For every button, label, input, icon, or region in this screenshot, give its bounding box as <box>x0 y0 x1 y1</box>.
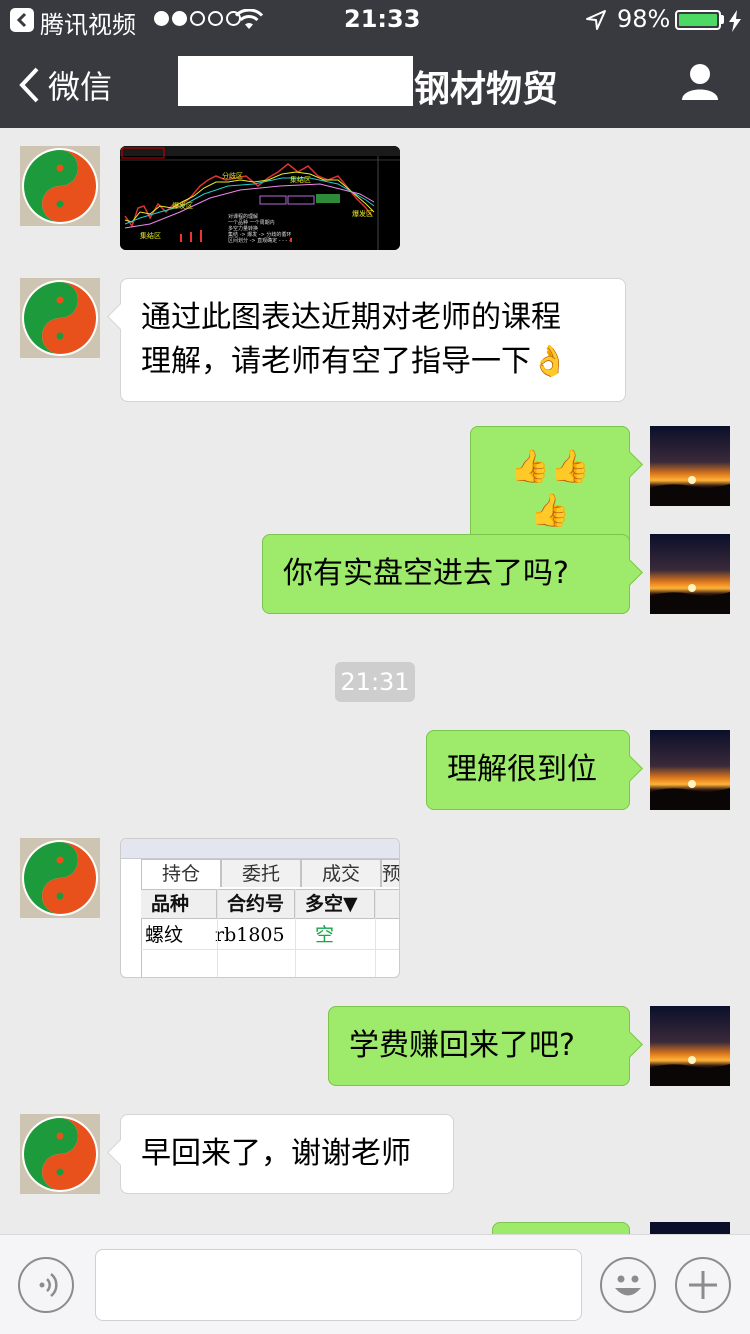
voice-button[interactable] <box>18 1257 74 1313</box>
emoji-button[interactable] <box>600 1257 656 1313</box>
wifi-icon <box>234 9 264 29</box>
plus-icon <box>689 1271 717 1299</box>
title-redaction <box>178 56 413 106</box>
person-icon[interactable] <box>680 62 720 102</box>
chat-list[interactable]: 分歧区 集结区 爆发区 集结区 爆发区 对课程的理解 一个品种 一个周期内 多空… <box>0 128 750 1234</box>
positions-table-image[interactable]: 持仓 委托 成交 预 品种 合约号 多空▼ 螺纹 rb1805 空 <box>120 838 400 978</box>
yin-yang-avatar-icon[interactable] <box>20 146 100 226</box>
message-bubble-outgoing-partial[interactable] <box>492 1222 630 1234</box>
sunset-avatar-icon[interactable] <box>650 730 730 810</box>
column-direction: 多空▼ <box>295 890 375 918</box>
back-to-app-icon[interactable] <box>10 8 34 32</box>
tab-positions: 持仓 <box>141 859 221 887</box>
trade-tabs: 持仓 委托 成交 预 <box>141 859 399 887</box>
chart-note-4: 集结 -> 爆发 -> 分歧的循环 <box>228 231 291 238</box>
emoji-icon <box>615 1275 641 1296</box>
status-bar: 腾讯视频 21:33 98% <box>0 0 750 40</box>
chart-note-1: 对课程的理解 <box>228 213 258 220</box>
signal-strength-icon <box>154 11 241 26</box>
sunset-avatar-icon[interactable] <box>650 426 730 506</box>
tab-trades: 成交 <box>301 859 381 887</box>
sunset-avatar-icon[interactable] <box>650 1222 730 1234</box>
more-button[interactable] <box>675 1257 731 1313</box>
message-line: 理解，请老师有空了指导一下👌 <box>141 344 569 379</box>
window-topbar <box>121 839 399 859</box>
back-label: 微信 <box>48 68 113 106</box>
tab-orders: 委托 <box>221 859 301 887</box>
battery-percent: 98% <box>617 5 671 33</box>
cell-direction: 空 <box>315 924 335 946</box>
table-header: 品种 合约号 多空▼ <box>141 889 399 919</box>
message-bubble-outgoing[interactable]: 👍👍👍 <box>470 426 630 550</box>
sunset-avatar-icon[interactable] <box>650 534 730 614</box>
chart-note-2: 一个品种 一个周期内 <box>228 219 275 226</box>
chevron-left-icon <box>19 67 39 103</box>
chart-label-divergence: 分歧区 <box>222 171 243 180</box>
message-bubble-outgoing[interactable]: 学费赚回来了吧? <box>328 1006 630 1086</box>
chart-label-gather-2: 集结区 <box>140 231 161 240</box>
charging-bolt-icon <box>729 10 741 32</box>
column-variety: 品种 <box>141 890 217 918</box>
timestamp-pill: 21:31 <box>335 662 415 702</box>
voice-icon <box>39 1273 58 1297</box>
yin-yang-avatar-icon[interactable] <box>20 278 100 358</box>
nav-bar: 微信 钢材物贸 <box>0 40 750 128</box>
message-bubble-outgoing[interactable]: 理解很到位 <box>426 730 630 810</box>
status-time: 21:33 <box>344 5 421 33</box>
battery-cap <box>721 15 724 24</box>
chart-label-burst: 爆发区 <box>172 201 193 210</box>
message-bubble-incoming[interactable]: 早回来了，谢谢老师 <box>120 1114 454 1194</box>
yin-yang-avatar-icon[interactable] <box>20 838 100 918</box>
battery-icon <box>675 10 721 30</box>
message-bubble-incoming[interactable]: 通过此图表达近期对老师的课程 理解，请老师有空了指导一下👌 <box>120 278 626 402</box>
location-arrow-icon <box>586 10 606 30</box>
message-line: 通过此图表达近期对老师的课程 <box>141 300 561 335</box>
chart-note-3: 多空力量转换 <box>228 225 258 232</box>
stock-chart-image[interactable]: 分歧区 集结区 爆发区 集结区 爆发区 对课程的理解 一个品种 一个周期内 多空… <box>120 146 400 250</box>
chat-title: 钢材物贸 <box>414 69 559 110</box>
sunset-avatar-icon[interactable] <box>650 1006 730 1086</box>
cell-variety: 螺纹 <box>145 924 184 946</box>
tab-partial: 预 <box>381 859 399 887</box>
chart-label-burst-2: 爆发区 <box>352 209 373 218</box>
back-to-app-label[interactable]: 腾讯视频 <box>40 5 136 40</box>
chart-label-gather: 集结区 <box>290 175 311 184</box>
column-contract: 合约号 <box>217 890 295 918</box>
cell-contract: rb1805 <box>215 924 285 946</box>
yin-yang-avatar-icon[interactable] <box>20 1114 100 1194</box>
message-bubble-outgoing[interactable]: 你有实盘空进去了吗? <box>262 534 630 614</box>
table-row: 螺纹 rb1805 空 <box>141 921 399 949</box>
back-button[interactable]: 微信 <box>18 62 112 108</box>
message-input[interactable] <box>95 1249 582 1321</box>
chart-note-5: 区间划分 -> 直观确定 - - - - <box>228 237 291 244</box>
input-bar <box>0 1234 750 1334</box>
